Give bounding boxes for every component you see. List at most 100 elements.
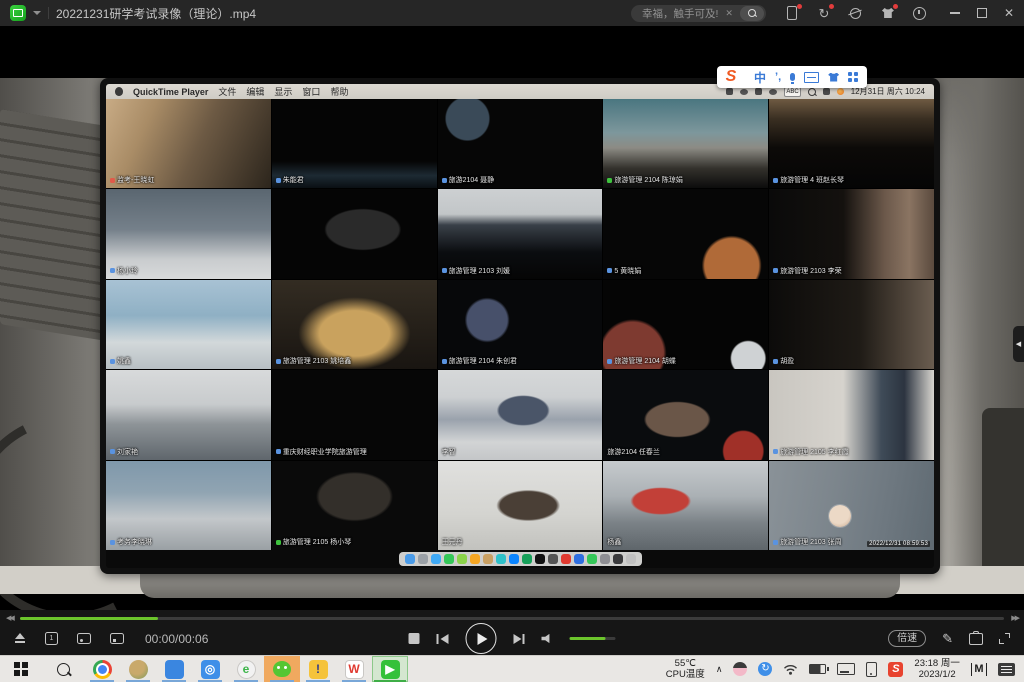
participant-tile[interactable]: 旅游管理 4 班赵长琴 bbox=[769, 99, 934, 188]
dock-app-icon[interactable] bbox=[535, 554, 545, 564]
macos-dock[interactable] bbox=[399, 552, 642, 566]
seek-back-icon[interactable]: ◀◀ bbox=[6, 615, 13, 622]
previous-button[interactable] bbox=[437, 634, 449, 644]
status-icon[interactable] bbox=[740, 89, 748, 95]
volume-slider[interactable] bbox=[570, 637, 616, 640]
sogou-logo-icon[interactable]: S bbox=[717, 66, 745, 88]
participant-tile[interactable]: 5 黄晓娟 bbox=[603, 189, 768, 278]
video-canvas[interactable]: QuickTime Player 文件编辑显示窗口帮助 ABC 12月31日 周… bbox=[0, 26, 1024, 610]
screenshot-button[interactable] bbox=[77, 633, 91, 644]
skin-button[interactable] bbox=[881, 6, 895, 20]
sogou-tray-icon[interactable]: S bbox=[888, 662, 903, 677]
dock-app-icon[interactable] bbox=[587, 554, 597, 564]
control-center-icon[interactable] bbox=[823, 88, 830, 95]
dock-app-icon[interactable] bbox=[574, 554, 584, 564]
participant-tile[interactable]: 朱能君 bbox=[272, 99, 437, 188]
menu-item[interactable]: 窗口 bbox=[302, 85, 320, 98]
dock-app-icon[interactable] bbox=[626, 554, 636, 564]
refresh-button[interactable]: ↻ bbox=[817, 6, 831, 20]
participant-tile[interactable]: 杨小玲 bbox=[106, 189, 271, 278]
participant-tile[interactable]: 考务李晓琳 bbox=[106, 461, 271, 550]
next-button[interactable] bbox=[513, 634, 525, 644]
ime-skin-icon[interactable] bbox=[828, 73, 839, 82]
menu-item[interactable]: 显示 bbox=[274, 85, 292, 98]
participant-tile[interactable]: 李智 bbox=[438, 370, 603, 459]
stop-button[interactable] bbox=[409, 633, 420, 644]
participant-tile[interactable]: 监考-王晓虹 bbox=[106, 99, 271, 188]
volume-icon[interactable] bbox=[542, 634, 553, 644]
ime-indicator[interactable]: M bbox=[971, 663, 987, 676]
participant-tile[interactable]: 旅游管理 2105 李红霞 bbox=[769, 370, 934, 459]
dock-app-icon[interactable] bbox=[457, 554, 467, 564]
dock-app-icon[interactable] bbox=[483, 554, 493, 564]
menu-item[interactable]: 帮助 bbox=[330, 85, 348, 98]
playlist-panel-toggle[interactable]: ◀ bbox=[1013, 326, 1024, 362]
start-button[interactable] bbox=[0, 656, 42, 682]
participant-tile[interactable]: 姚鑫 bbox=[106, 280, 271, 369]
participant-tile[interactable]: 旅游管理 2104 陈琼娟 bbox=[603, 99, 768, 188]
dock-app-icon[interactable] bbox=[496, 554, 506, 564]
open-file-button[interactable] bbox=[14, 633, 26, 644]
search-text[interactable]: 幸福，触手可及! bbox=[642, 6, 718, 21]
dock-app-icon[interactable] bbox=[522, 554, 532, 564]
participant-tile[interactable]: 胡盈 bbox=[769, 280, 934, 369]
dock-app-icon[interactable] bbox=[548, 554, 558, 564]
snapshot-button[interactable] bbox=[969, 633, 983, 645]
dock-app-icon[interactable] bbox=[561, 554, 571, 564]
restore-button[interactable] bbox=[977, 8, 987, 18]
status-icon[interactable] bbox=[726, 88, 733, 95]
accessory-button[interactable] bbox=[849, 6, 863, 20]
dock-app-icon[interactable] bbox=[444, 554, 454, 564]
dock-app-icon[interactable] bbox=[470, 554, 480, 564]
participant-tile[interactable] bbox=[272, 189, 437, 278]
ime-punctuation-icon[interactable]: ’, bbox=[775, 71, 781, 83]
playback-speed-button[interactable]: 倍速 bbox=[888, 630, 926, 647]
participant-tile[interactable]: 旅游2104 聂静 bbox=[438, 99, 603, 188]
taskbar-search-button[interactable] bbox=[42, 656, 84, 682]
seek-forward-icon[interactable]: ▶▶ bbox=[1011, 615, 1018, 622]
action-center-icon[interactable] bbox=[998, 663, 1015, 676]
participant-tile[interactable]: 杨鑫 bbox=[603, 461, 768, 550]
dock-app-icon[interactable] bbox=[600, 554, 610, 564]
ime-mode-chinese[interactable]: 中 bbox=[754, 69, 766, 86]
qq-tray-icon[interactable] bbox=[733, 662, 747, 676]
taskbar-app-app-dict[interactable]: ! bbox=[300, 656, 336, 682]
participant-tile[interactable]: 旅游管理 2104 胡蝶 bbox=[603, 280, 768, 369]
taskbar-app-app-files[interactable] bbox=[156, 656, 192, 682]
history-button[interactable] bbox=[913, 6, 927, 20]
status-icon[interactable] bbox=[769, 89, 777, 95]
taskbar-app-video-player[interactable]: ▶ bbox=[372, 656, 408, 682]
sync-tray-icon[interactable]: ↻ bbox=[758, 662, 772, 676]
mobile-sync-button[interactable] bbox=[785, 6, 799, 20]
progress-bar[interactable] bbox=[20, 617, 1004, 620]
participant-tile[interactable]: 旅游管理 2103 李荣 bbox=[769, 189, 934, 278]
device-icon[interactable] bbox=[866, 662, 877, 677]
spotlight-icon[interactable] bbox=[808, 88, 816, 96]
battery-icon[interactable] bbox=[809, 664, 826, 674]
taskbar-clock[interactable]: 23:18 周一 2023/1/2 bbox=[914, 658, 959, 681]
play-button[interactable] bbox=[465, 623, 496, 654]
dock-app-icon[interactable] bbox=[431, 554, 441, 564]
taskbar-app-app-globe[interactable] bbox=[120, 656, 156, 682]
touch-keyboard-icon[interactable] bbox=[837, 663, 855, 675]
dock-app-icon[interactable] bbox=[509, 554, 519, 564]
participant-tile[interactable]: 旅游管理 2103 张周2022/12/31 08:59:53 bbox=[769, 461, 934, 550]
taskbar-app-app-meeting[interactable]: ◎ bbox=[192, 656, 228, 682]
player-logo-icon[interactable] bbox=[10, 5, 26, 21]
playlist-button[interactable]: 1 bbox=[45, 632, 58, 645]
dock-app-icon[interactable] bbox=[405, 554, 415, 564]
taskbar-app-wps[interactable]: W bbox=[336, 656, 372, 682]
participant-tile[interactable]: 旅游管理 2103 姚培鑫 bbox=[272, 280, 437, 369]
search-clear-icon[interactable]: ✕ bbox=[725, 8, 733, 19]
fullscreen-button[interactable] bbox=[999, 633, 1010, 644]
ime-toolbox-icon[interactable] bbox=[848, 72, 858, 82]
minimize-button[interactable] bbox=[950, 12, 960, 14]
close-button[interactable]: ✕ bbox=[1004, 7, 1014, 19]
participant-tile[interactable]: 重庆财经职业学院旅游管理 bbox=[272, 370, 437, 459]
participant-tile[interactable]: 刘家艳 bbox=[106, 370, 271, 459]
participant-tile[interactable]: 旅游管理 2103 刘媛 bbox=[438, 189, 603, 278]
search-button[interactable] bbox=[740, 6, 764, 21]
participant-tile[interactable]: 旅游管理 2105 杨小琴 bbox=[272, 461, 437, 550]
chevron-down-icon[interactable] bbox=[33, 11, 41, 15]
dock-app-icon[interactable] bbox=[418, 554, 428, 564]
